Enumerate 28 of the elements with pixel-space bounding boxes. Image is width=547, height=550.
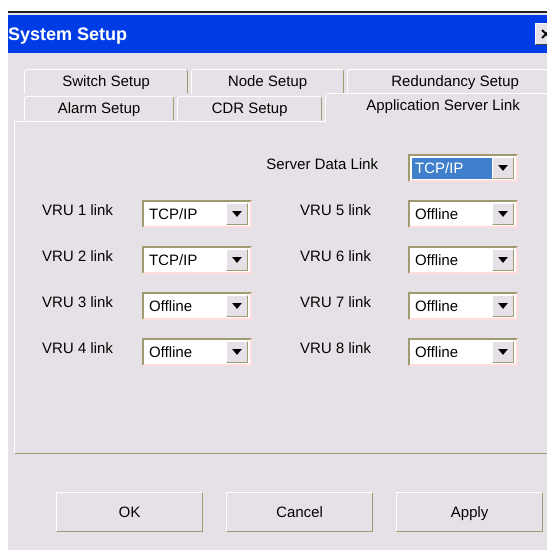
dropdown[interactable]: TCP/IP — [142, 246, 252, 274]
dropdown[interactable]: Offline — [408, 246, 518, 274]
field-label: VRU 1 link — [42, 201, 114, 219]
dialog-button[interactable]: Cancel — [226, 492, 373, 532]
dropdown[interactable]: Offline — [408, 292, 518, 320]
field-label: VRU 7 link — [300, 293, 372, 311]
dropdown[interactable]: Offline — [408, 338, 518, 366]
dropdown[interactable]: Offline — [142, 292, 252, 320]
tab[interactable]: Application Server Link — [325, 93, 547, 123]
dropdown[interactable]: Offline — [408, 200, 518, 228]
dialog-button[interactable]: Apply — [396, 492, 543, 532]
dialog-button[interactable]: OK — [56, 492, 203, 532]
field-label: VRU 6 link — [300, 247, 372, 265]
field-label: Server Data Link — [266, 155, 379, 173]
tab[interactable]: Node Setup — [191, 69, 344, 94]
tab[interactable]: Switch Setup — [24, 69, 188, 94]
tab[interactable]: CDR Setup — [177, 96, 322, 121]
field-label: VRU 2 link — [42, 247, 114, 265]
dropdown[interactable]: TCP/IP — [408, 154, 518, 182]
field-label: VRU 3 link — [42, 293, 114, 311]
field-label: VRU 4 link — [42, 339, 114, 357]
dropdown[interactable]: Offline — [142, 338, 252, 366]
field-label: VRU 8 link — [300, 339, 372, 357]
field-label: VRU 5 link — [300, 201, 372, 219]
window-title: System Setup — [8, 24, 128, 44]
dropdown[interactable]: TCP/IP — [142, 200, 252, 228]
tab[interactable]: Alarm Setup — [24, 96, 174, 121]
tab[interactable]: Redundancy Setup — [347, 69, 547, 94]
